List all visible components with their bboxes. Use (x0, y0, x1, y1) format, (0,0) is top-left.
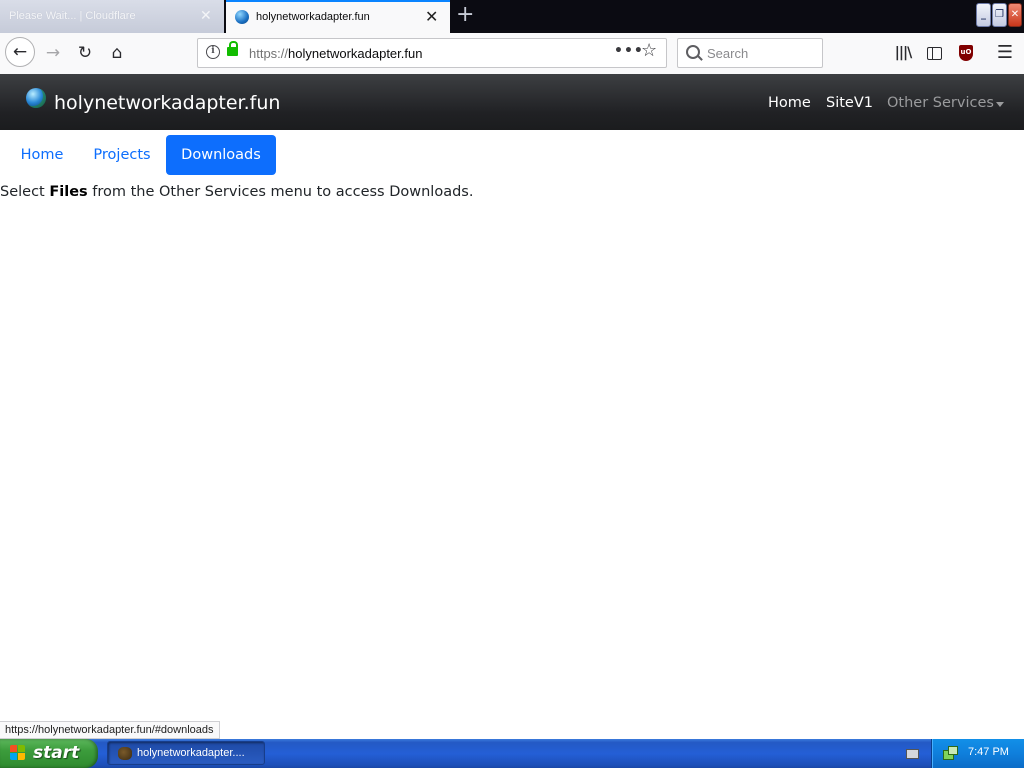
tab-home[interactable]: Home (8, 135, 76, 175)
forward-icon: → (45, 43, 61, 63)
url-host: holynetworkadapter.fun (288, 46, 423, 61)
sidebar-button[interactable] (921, 40, 947, 66)
library-button[interactable]: |||\ (890, 40, 916, 66)
menu-button[interactable]: ☰ (992, 40, 1018, 66)
restore-button[interactable]: ❐ (992, 3, 1007, 27)
minimize-button[interactable]: _ (976, 3, 991, 27)
ublock-icon: uO (959, 45, 973, 61)
back-icon: ← (12, 42, 28, 62)
library-icon: |||\ (894, 45, 912, 61)
new-tab-button[interactable]: + (456, 4, 474, 26)
forward-button[interactable]: → (40, 40, 66, 66)
ublock-button[interactable]: uO (953, 40, 979, 66)
menu-icon: ☰ (996, 42, 1014, 63)
globe-icon (235, 10, 249, 24)
lock-icon[interactable] (227, 41, 238, 56)
site-navbar: holynetworkadapter.fun Home SiteV1 Other… (0, 74, 1024, 130)
start-button[interactable]: start (0, 739, 98, 768)
chevron-down-icon[interactable] (996, 102, 1004, 107)
url-bar[interactable]: i https://holynetworkadapter.fun ••• ☆ (197, 38, 667, 68)
nav-link-sitev1[interactable]: SiteV1 (826, 95, 873, 111)
close-icon[interactable]: ✕ (200, 7, 212, 24)
sidebar-icon (926, 46, 942, 60)
star-icon[interactable]: ☆ (641, 40, 657, 61)
navigation-toolbar: ← → ↻ ⌂ i https://holynetworkadapter.fun… (0, 33, 1024, 75)
back-button[interactable]: ← (5, 37, 35, 67)
taskbar: start holynetworkadapter.... 7:47 PM (0, 739, 1024, 768)
message-prefix: Select (0, 184, 50, 200)
browser-tab-bar: Please Wait... | Cloudflare ✕ holynetwor… (0, 0, 1024, 33)
windows-logo-icon (10, 745, 26, 761)
search-icon (686, 45, 700, 59)
keyboard-icon[interactable] (906, 749, 919, 759)
url-text[interactable]: https://holynetworkadapter.fun (249, 46, 422, 61)
page-actions-button[interactable]: ••• (614, 43, 644, 59)
tab-downloads[interactable]: Downloads (166, 135, 276, 175)
taskbar-item-browser[interactable]: holynetworkadapter.... (107, 741, 265, 765)
search-placeholder: Search (707, 46, 749, 61)
network-icon[interactable] (943, 746, 958, 760)
close-icon[interactable]: ✕ (425, 7, 438, 27)
home-button[interactable]: ⌂ (104, 40, 130, 66)
home-icon: ⌂ (111, 43, 123, 63)
taskbar-item-label: holynetworkadapter.... (137, 747, 245, 759)
reload-icon: ↻ (77, 43, 93, 63)
message-files-bold: Files (49, 184, 88, 200)
downloads-message: Select Files from the Other Services men… (0, 184, 473, 200)
globe-icon (26, 88, 46, 108)
message-suffix: from the Other Services menu to access D… (87, 184, 474, 200)
status-link-preview: https://holynetworkadapter.fun/#download… (0, 721, 220, 739)
tab-projects[interactable]: Projects (80, 135, 164, 175)
search-input[interactable]: Search (677, 38, 823, 68)
site-brand[interactable]: holynetworkadapter.fun (54, 92, 280, 114)
url-scheme: https:// (249, 46, 289, 61)
tab-cloudflare[interactable]: Please Wait... | Cloudflare ✕ (0, 0, 224, 33)
clock[interactable]: 7:47 PM (968, 746, 1009, 758)
tab-title: holynetworkadapter.fun (256, 11, 370, 23)
start-label: start (33, 743, 80, 763)
tab-title: Please Wait... | Cloudflare (9, 10, 136, 22)
reload-button[interactable]: ↻ (72, 40, 98, 66)
nav-link-home[interactable]: Home (768, 95, 811, 111)
firefox-icon (118, 747, 132, 760)
window-close-button[interactable]: ✕ (1008, 3, 1022, 27)
info-icon[interactable]: i (206, 45, 220, 59)
system-tray: 7:47 PM (931, 739, 1024, 768)
tab-holynetworkadapter[interactable]: holynetworkadapter.fun ✕ (226, 0, 450, 33)
nav-dropdown-other-services[interactable]: Other Services (887, 95, 994, 111)
